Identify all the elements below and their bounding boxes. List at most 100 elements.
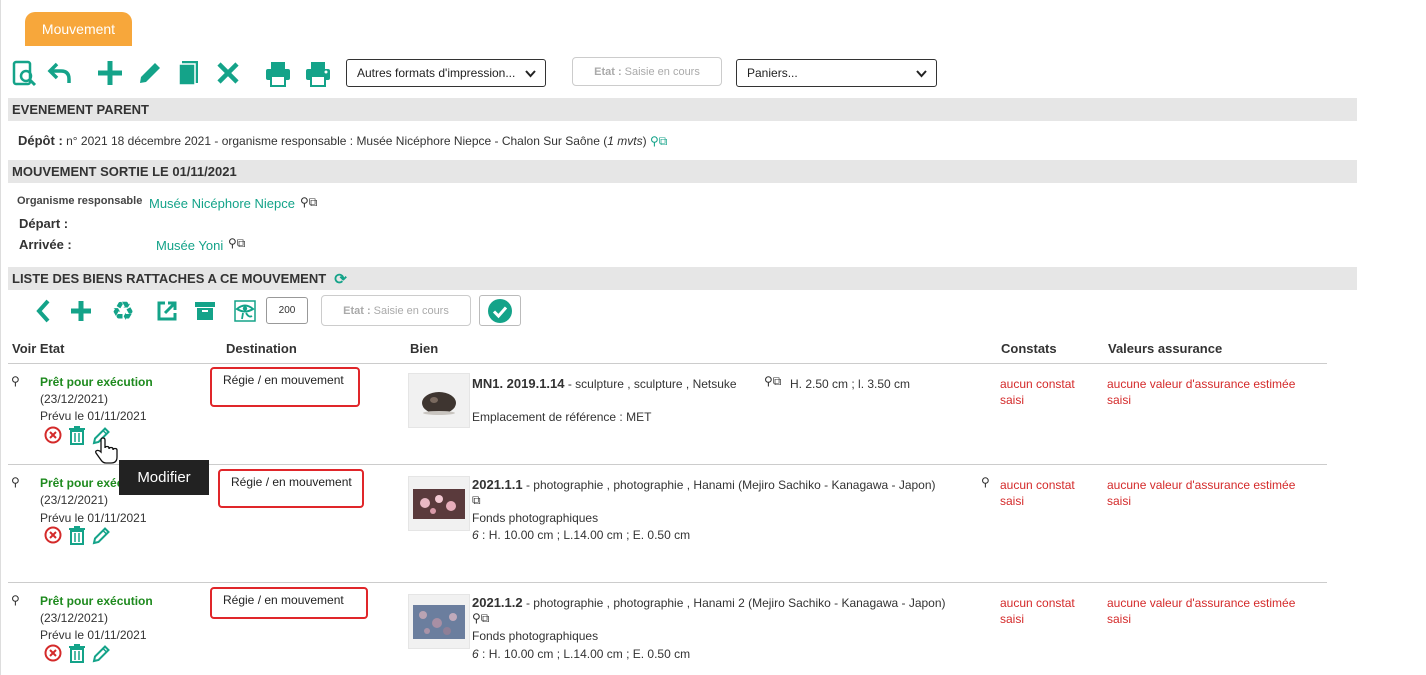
etat-value: Saisie en cours [373, 304, 449, 317]
back-chevron-icon[interactable] [33, 298, 53, 324]
chevron-down-icon [524, 67, 537, 83]
depart-label: Départ : [19, 216, 69, 231]
bien-line2: Emplacement de référence : MET [472, 410, 652, 424]
add-item-icon[interactable] [69, 299, 93, 323]
etat-value: Saisie en cours [624, 65, 700, 78]
undo-icon[interactable] [47, 61, 73, 85]
prevu-date: Prévu le 01/11/2021 [40, 628, 147, 642]
status-date: (23/12/2021) [40, 611, 109, 625]
bien-id[interactable]: 2021.1.1 [472, 477, 523, 492]
col-bien: Bien [410, 341, 439, 356]
cancel-circle-icon[interactable] [43, 643, 63, 663]
organisme-label: Organisme responsable [17, 195, 143, 207]
search-icon[interactable]: ⚲ [11, 374, 20, 388]
bien-line2: Fonds photographiques [472, 511, 599, 525]
page-size-input[interactable]: 200 [266, 297, 308, 324]
bien-title: 2021.1.1 - photographie , photographie ,… [472, 477, 936, 492]
edit-pencil-icon[interactable] [91, 525, 111, 545]
refresh-icon[interactable]: ⟳ [334, 270, 347, 288]
trash-icon[interactable] [67, 642, 87, 663]
copy-icon[interactable] [177, 60, 201, 86]
search-icon[interactable]: ⚲ [981, 475, 990, 489]
section-header-liste: LISTE DES BIENS RATTACHES A CE MOUVEMENT… [8, 267, 1357, 290]
print-icon[interactable] [264, 61, 292, 87]
validate-button[interactable] [479, 295, 521, 326]
trash-icon[interactable] [67, 524, 87, 545]
tab-mouvement[interactable]: Mouvement [25, 12, 132, 46]
cancel-circle-icon[interactable] [43, 425, 63, 445]
thumbnail-image[interactable] [408, 373, 470, 428]
destination-box: Régie / en mouvement [210, 367, 360, 407]
section-title: LISTE DES BIENS RATTACHES A CE MOUVEMENT [12, 271, 327, 286]
bien-line3: 6 : H. 10.00 cm ; L.14.00 cm ; E. 0.50 c… [472, 647, 690, 661]
bien-line2: Fonds photographiques [472, 629, 599, 643]
bien-id[interactable]: MN1. 2019.1.14 [472, 376, 565, 391]
depot-mvts: 1 mvts [607, 134, 643, 148]
depot-row: Dépôt : n° 2021 18 décembre 2021 - organ… [18, 133, 667, 149]
bien-line3-prefix: 6 [472, 647, 479, 661]
open-window-icon[interactable]: ⧉ [237, 236, 246, 250]
window-left-border [0, 0, 1, 675]
hand-cursor-icon [93, 436, 119, 466]
col-valeurs-assurance: Valeurs assurance [1108, 341, 1223, 356]
etat-label: Etat : [594, 65, 622, 78]
thumbnail-image[interactable] [408, 476, 470, 531]
print-alt-icon[interactable] [304, 61, 332, 87]
organisme-link[interactable]: Musée Nicéphore Niepce [149, 196, 295, 211]
eye-of-horus-icon[interactable] [232, 298, 258, 324]
thumbnail-image[interactable] [408, 594, 470, 649]
trash-icon[interactable] [67, 424, 87, 445]
arrivee-actions: ⚲⧉ [228, 236, 245, 251]
open-window-icon[interactable]: ⧉ [472, 493, 481, 508]
bien-id[interactable]: 2021.1.2 [472, 595, 523, 610]
preview-search-icon[interactable] [12, 60, 38, 88]
section-title: MOUVEMENT SORTIE LE 01/11/2021 [12, 164, 237, 179]
external-link-icon[interactable] [155, 299, 179, 323]
valeur-text: aucune valeur d'assurance estimée saisi [1107, 377, 1296, 407]
open-window-icon[interactable]: ⧉ [309, 195, 318, 209]
edit-pencil-icon[interactable] [91, 643, 111, 663]
open-window-icon[interactable]: ⧉ [773, 374, 782, 388]
cancel-circle-icon[interactable] [43, 525, 63, 545]
add-icon[interactable] [96, 60, 124, 86]
open-window-icon[interactable]: ⧉ [659, 134, 668, 148]
arrivee-label: Arrivée : [19, 237, 72, 252]
recycle-icon[interactable]: ♻ [109, 296, 137, 326]
bien-title: MN1. 2019.1.14 - sculpture , sculpture ,… [472, 376, 737, 391]
archive-icon[interactable] [193, 299, 217, 323]
depot-label: Dépôt : [18, 133, 63, 148]
print-formats-select[interactable]: Autres formats d'impression... [346, 59, 546, 87]
check-circle-icon [488, 298, 512, 323]
open-window-icon[interactable]: ⧉ [481, 611, 490, 625]
search-icon[interactable]: ⚲ [764, 374, 773, 388]
etat-status-box: Etat : Saisie en cours [572, 57, 722, 86]
paniers-select[interactable]: Paniers... [736, 59, 937, 87]
valeur-text: aucune valeur d'assurance estimée saisi [1107, 596, 1296, 626]
organisme-actions: ⚲⧉ [300, 195, 317, 210]
bien-line3-text: : H. 10.00 cm ; L.14.00 cm ; E. 0.50 cm [478, 647, 691, 661]
bien-line3-text: : H. 10.00 cm ; L.14.00 cm ; E. 0.50 cm [478, 528, 691, 542]
delete-x-icon[interactable] [215, 60, 241, 86]
search-icon[interactable]: ⚲ [650, 134, 659, 148]
bien-dimensions: H. 2.50 cm ; l. 3.50 cm [790, 377, 911, 391]
bien-line3-prefix: 6 [472, 528, 479, 542]
arrivee-link[interactable]: Musée Yoni [156, 238, 223, 253]
search-icon[interactable]: ⚲ [472, 611, 481, 625]
header-divider [8, 363, 1327, 364]
section-title: EVENEMENT PARENT [12, 102, 149, 117]
search-icon[interactable]: ⚲ [11, 475, 20, 489]
depot-text: n° 2021 18 décembre 2021 - organisme res… [66, 134, 608, 148]
bien-line3: 6 : H. 10.00 cm ; L.14.00 cm ; E. 0.50 c… [472, 528, 690, 542]
constat-text: aucun constat saisi [1000, 377, 1075, 407]
search-icon[interactable]: ⚲ [11, 593, 20, 607]
status-label: Prêt pour exécution [40, 375, 153, 389]
bien-title: 2021.1.2 - photographie , photographie ,… [472, 595, 946, 610]
search-icon[interactable]: ⚲ [228, 236, 237, 250]
col-constats: Constats [1001, 341, 1057, 356]
status-label: Prêt pour exécution [40, 594, 153, 608]
edit-pencil-icon[interactable] [137, 60, 163, 86]
constat-text: aucun constat saisi [1000, 596, 1075, 626]
etat-label: Etat : [343, 304, 371, 317]
search-icon[interactable]: ⚲ [300, 195, 309, 209]
constat-text: aucun constat saisi [1000, 478, 1075, 508]
